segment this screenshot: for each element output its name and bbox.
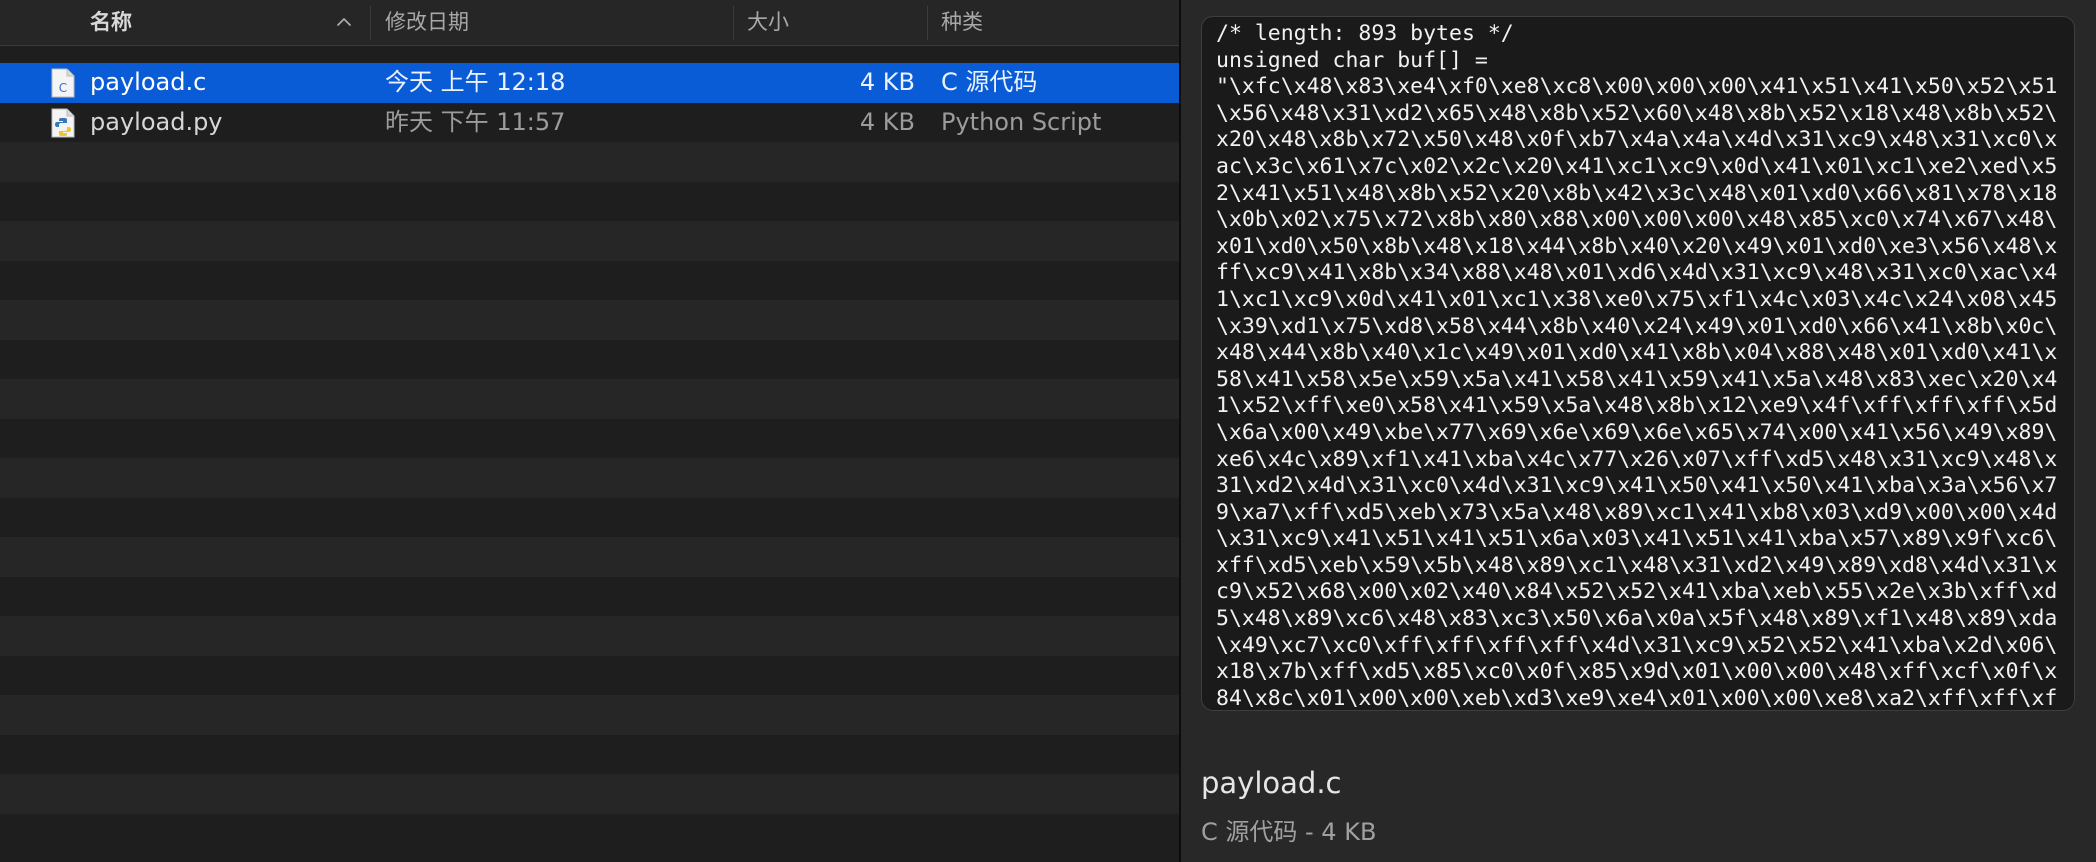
c-source-file-icon: C xyxy=(51,68,75,98)
column-header-name[interactable]: 名称 xyxy=(90,0,132,45)
preview-file-name: payload.c xyxy=(1201,766,1342,800)
empty-row xyxy=(0,379,1179,419)
python-file-icon xyxy=(51,108,75,137)
code-line: x48\x44\x8b\x40\x1c\x49\x01\xd0\x41\x8b\… xyxy=(1216,340,2058,366)
file-list: C payload.c 今天 上午 12:18 4 KB C 源代码 paylo… xyxy=(0,63,1179,853)
code-line: x18\x7b\xff\xd5\x85\xc0\x0f\x85\x9d\x01\… xyxy=(1216,659,2058,685)
column-divider[interactable] xyxy=(927,6,928,40)
column-divider[interactable] xyxy=(733,6,734,40)
code-line: 2\x41\x51\x48\x8b\x52\x20\x8b\x42\x3c\x4… xyxy=(1216,180,2058,206)
file-date: 昨天 下午 11:57 xyxy=(385,107,566,136)
preview-pane: /* length: 893 bytes */ unsigned char bu… xyxy=(1181,0,2096,862)
file-name: payload.py xyxy=(90,107,223,136)
file-row-payload-c[interactable]: C payload.c 今天 上午 12:18 4 KB C 源代码 xyxy=(0,63,1179,103)
file-size: 4 KB xyxy=(859,68,915,96)
code-line: ac\x3c\x61\x7c\x02\x2c\x20\x41\xc1\xc9\x… xyxy=(1216,153,2058,179)
chevron-up-icon[interactable] xyxy=(334,12,354,32)
code-line: x20\x48\x8b\x72\x50\x48\x0f\xb7\x4a\x4a\… xyxy=(1216,127,2058,153)
code-line: 31\xd2\x4d\x31\xc0\x4d\x31\xc9\x41\x50\x… xyxy=(1216,473,2058,499)
column-header-kind[interactable]: 种类 xyxy=(941,0,983,45)
code-line: 1\xc1\xc9\x0d\x41\x01\xc1\x38\xe0\x75\xf… xyxy=(1216,286,2058,312)
empty-row xyxy=(0,734,1179,774)
file-list-pane: 名称 修改日期 大小 种类 C payload.c 今天 上午 12:18 4 xyxy=(0,0,1179,862)
column-header-size[interactable]: 大小 xyxy=(747,0,789,45)
code-line: unsigned char buf[] = xyxy=(1216,47,1488,73)
empty-row xyxy=(0,300,1179,340)
empty-row xyxy=(0,537,1179,577)
empty-row xyxy=(0,458,1179,498)
empty-row xyxy=(0,616,1179,656)
code-line: 84\x8c\x01\x00\x00\xeb\xd3\xe9\xe4\x01\x… xyxy=(1216,685,2058,711)
empty-row xyxy=(0,260,1179,300)
code-line: c9\x52\x68\x00\x02\x40\x84\x52\x52\x41\x… xyxy=(1216,579,2058,605)
code-line: /* length: 893 bytes */ xyxy=(1216,21,1514,46)
code-preview[interactable]: /* length: 893 bytes */ unsigned char bu… xyxy=(1201,16,2075,711)
file-kind: C 源代码 xyxy=(941,68,1038,96)
code-line: 58\x41\x58\x5e\x59\x5a\x41\x58\x41\x59\x… xyxy=(1216,366,2058,392)
code-line: 5\x48\x89\xc6\x48\x83\xc3\x50\x6a\x0a\x5… xyxy=(1216,606,2058,632)
column-header-bar: 名称 修改日期 大小 种类 xyxy=(0,0,1179,46)
empty-row xyxy=(0,497,1179,537)
code-line: \x56\x48\x31\xd2\x65\x48\x8b\x52\x60\x48… xyxy=(1216,100,2058,126)
code-line: \x0b\x02\x75\x72\x8b\x80\x88\x00\x00\x00… xyxy=(1216,207,2058,233)
empty-row xyxy=(0,142,1179,182)
empty-row xyxy=(0,576,1179,616)
file-date: 今天 上午 12:18 xyxy=(385,68,566,96)
code-line: xff\xd5\xeb\x59\x5b\x48\x89\xc1\x48\x31\… xyxy=(1216,552,2058,578)
finder-window: 名称 修改日期 大小 种类 C payload.c 今天 上午 12:18 4 xyxy=(0,0,2096,862)
file-size: 4 KB xyxy=(859,107,915,136)
code-line: x01\xd0\x50\x8b\x48\x18\x44\x8b\x40\x20\… xyxy=(1216,233,2058,259)
empty-row xyxy=(0,221,1179,261)
code-line: \x39\xd1\x75\xd8\x58\x44\x8b\x40\x24\x49… xyxy=(1216,313,2058,339)
file-row-payload-py[interactable]: payload.py 昨天 下午 11:57 4 KB Python Scrip… xyxy=(0,102,1179,142)
empty-row xyxy=(0,695,1179,735)
code-line: xe6\x4c\x89\xf1\x41\xba\x4c\x77\x26\x07\… xyxy=(1216,446,2058,472)
code-line: 9\xa7\xff\xd5\xeb\x73\x5a\x48\x89\xc1\x4… xyxy=(1216,499,2058,525)
code-line: \x31\xc9\x41\x51\x41\x51\x6a\x03\x41\x51… xyxy=(1216,526,2058,552)
column-divider[interactable] xyxy=(370,6,371,40)
code-line: \x49\xc7\xc0\xff\xff\xff\xff\x4d\x31\xc9… xyxy=(1216,632,2058,658)
empty-row xyxy=(0,339,1179,379)
code-line: \x6a\x00\x49\xbe\x77\x69\x6e\x69\x6e\x65… xyxy=(1216,419,2058,445)
c-file-icon-letter: C xyxy=(59,81,67,95)
file-kind: Python Script xyxy=(941,107,1102,136)
empty-row xyxy=(0,181,1179,221)
code-text: /* length: 893 bytes */ unsigned char bu… xyxy=(1216,21,2066,711)
empty-row xyxy=(0,813,1179,853)
code-line: 1\x52\xff\xe0\x58\x41\x59\x5a\x48\x8b\x1… xyxy=(1216,393,2058,419)
column-header-date[interactable]: 修改日期 xyxy=(385,0,469,45)
code-line: "\xfc\x48\x83\xe4\xf0\xe8\xc8\x00\x00\x0… xyxy=(1216,74,2058,100)
empty-row xyxy=(0,774,1179,814)
empty-row xyxy=(0,418,1179,458)
preview-file-info: C 源代码 - 4 KB xyxy=(1201,818,1377,846)
file-name: payload.c xyxy=(90,68,207,96)
code-line: ff\xc9\x41\x8b\x34\x88\x48\x01\xd6\x4d\x… xyxy=(1216,260,2058,286)
empty-row xyxy=(0,655,1179,695)
